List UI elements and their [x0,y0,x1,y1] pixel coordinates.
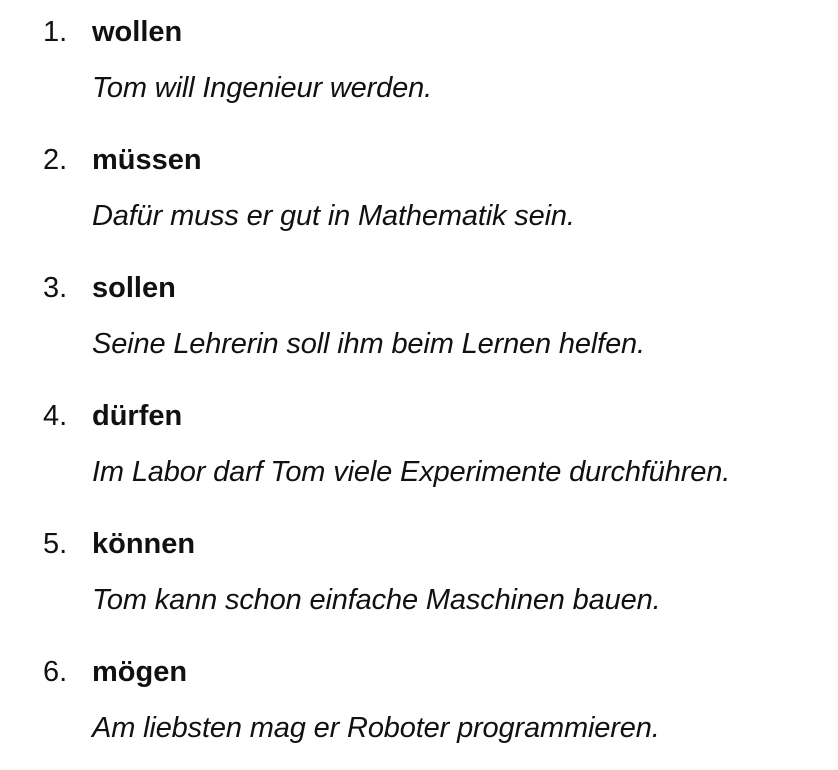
list-item: 5. können Tom kann schon einfache Maschi… [0,512,838,624]
list-item: 1. wollen Tom will Ingenieur werden. [0,0,838,112]
item-number: 2. [43,144,68,176]
modal-verbs-list: 1. wollen Tom will Ingenieur werden. 2. … [0,0,838,770]
item-number: 1. [43,16,68,48]
verb-term: können [92,528,196,560]
verb-term: müssen [92,144,202,176]
example-sentence: Tom will Ingenieur werden. [92,72,432,104]
verb-term: wollen [92,16,183,48]
item-number: 4. [43,400,68,432]
list-item: 6. mögen Am liebsten mag er Roboter prog… [0,640,838,752]
item-number: 5. [43,528,68,560]
example-sentence: Seine Lehrerin soll ihm beim Lernen helf… [92,328,645,360]
item-number: 6. [43,656,68,688]
list-item: 3. sollen Seine Lehrerin soll ihm beim L… [0,256,838,368]
example-sentence: Dafür muss er gut in Mathematik sein. [92,200,575,232]
example-sentence: Im Labor darf Tom viele Experimente durc… [92,456,731,488]
item-number: 3. [43,272,68,304]
list-item: 2. müssen Dafür muss er gut in Mathemati… [0,128,838,240]
list-item: 4. dürfen Im Labor darf Tom viele Experi… [0,384,838,496]
verb-term: dürfen [92,400,183,432]
verb-term: sollen [92,272,176,304]
example-sentence: Tom kann schon einfache Maschinen bauen. [92,584,661,616]
example-sentence: Am liebsten mag er Roboter programmieren… [92,712,660,744]
verb-term: mögen [92,656,188,688]
